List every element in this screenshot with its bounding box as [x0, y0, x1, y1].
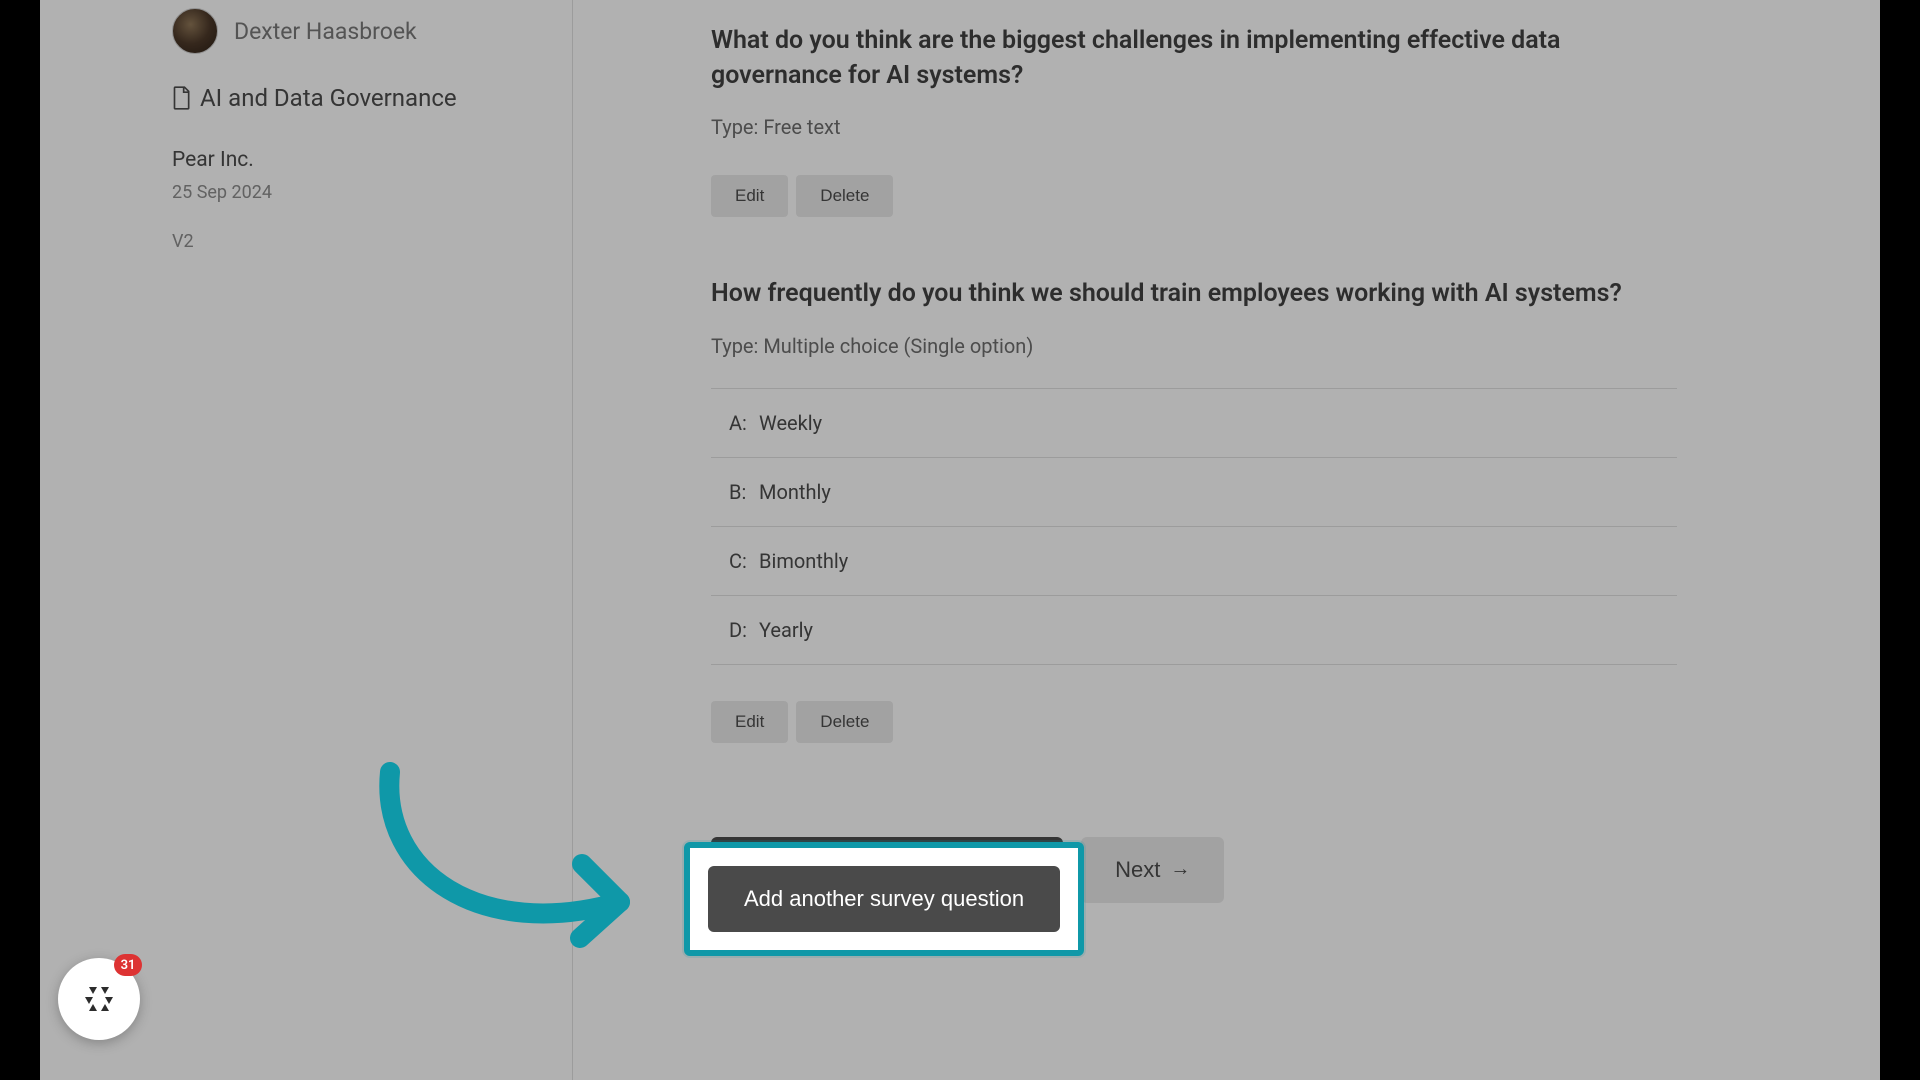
- question-block-2: How frequently do you think we should tr…: [711, 217, 1880, 743]
- delete-button[interactable]: Delete: [796, 175, 893, 217]
- question-title: How frequently do you think we should tr…: [711, 277, 1691, 312]
- option-row: A: Weekly: [711, 389, 1677, 458]
- next-button-label: Next: [1115, 857, 1160, 883]
- letterbox-right: [1880, 0, 1920, 1080]
- letterbox-left: [0, 0, 40, 1080]
- notification-badge: 31: [114, 954, 142, 976]
- tutorial-highlight-frame: Add another survey question: [684, 842, 1084, 956]
- option-row: C: Bimonthly: [711, 527, 1677, 596]
- document-icon: [172, 86, 192, 110]
- user-name: Dexter Haasbroek: [234, 18, 417, 45]
- document-date: 25 Sep 2024: [40, 172, 572, 203]
- question-actions: Edit Delete: [711, 665, 1880, 743]
- option-value: Weekly: [759, 411, 822, 435]
- option-row: B: Monthly: [711, 458, 1677, 527]
- option-key: C:: [729, 549, 759, 573]
- question-block-1: What do you think are the biggest challe…: [711, 0, 1880, 217]
- option-value: Monthly: [759, 480, 831, 504]
- delete-button[interactable]: Delete: [796, 701, 893, 743]
- tutorial-arrow-icon: [370, 762, 670, 976]
- question-title: What do you think are the biggest challe…: [711, 24, 1691, 93]
- user-row: Dexter Haasbroek: [40, 8, 572, 72]
- add-question-button-highlighted[interactable]: Add another survey question: [708, 866, 1060, 932]
- option-row: D: Yearly: [711, 596, 1677, 665]
- edit-button[interactable]: Edit: [711, 701, 788, 743]
- option-value: Bimonthly: [759, 549, 848, 573]
- question-actions: Edit Delete: [711, 139, 1880, 217]
- help-fab-logo-icon: [79, 979, 119, 1019]
- option-key: A:: [729, 411, 759, 435]
- option-key: B:: [729, 480, 759, 504]
- document-title: AI and Data Governance: [200, 84, 457, 112]
- company-name: Pear Inc.: [40, 112, 572, 172]
- question-type-label: Type: Multiple choice (Single option): [711, 312, 1880, 358]
- edit-button[interactable]: Edit: [711, 175, 788, 217]
- avatar[interactable]: [172, 8, 218, 54]
- next-button[interactable]: Next →: [1081, 837, 1224, 903]
- help-fab[interactable]: 31: [58, 958, 140, 1040]
- option-key: D:: [729, 618, 759, 642]
- option-value: Yearly: [759, 618, 813, 642]
- question-type-label: Type: Free text: [711, 93, 1880, 139]
- arrow-right-icon: →: [1170, 858, 1190, 881]
- document-title-row: AI and Data Governance: [40, 72, 572, 112]
- document-version: V2: [40, 203, 572, 252]
- options-table: A: Weekly B: Monthly C: Bimonthly D: Yea…: [711, 388, 1677, 665]
